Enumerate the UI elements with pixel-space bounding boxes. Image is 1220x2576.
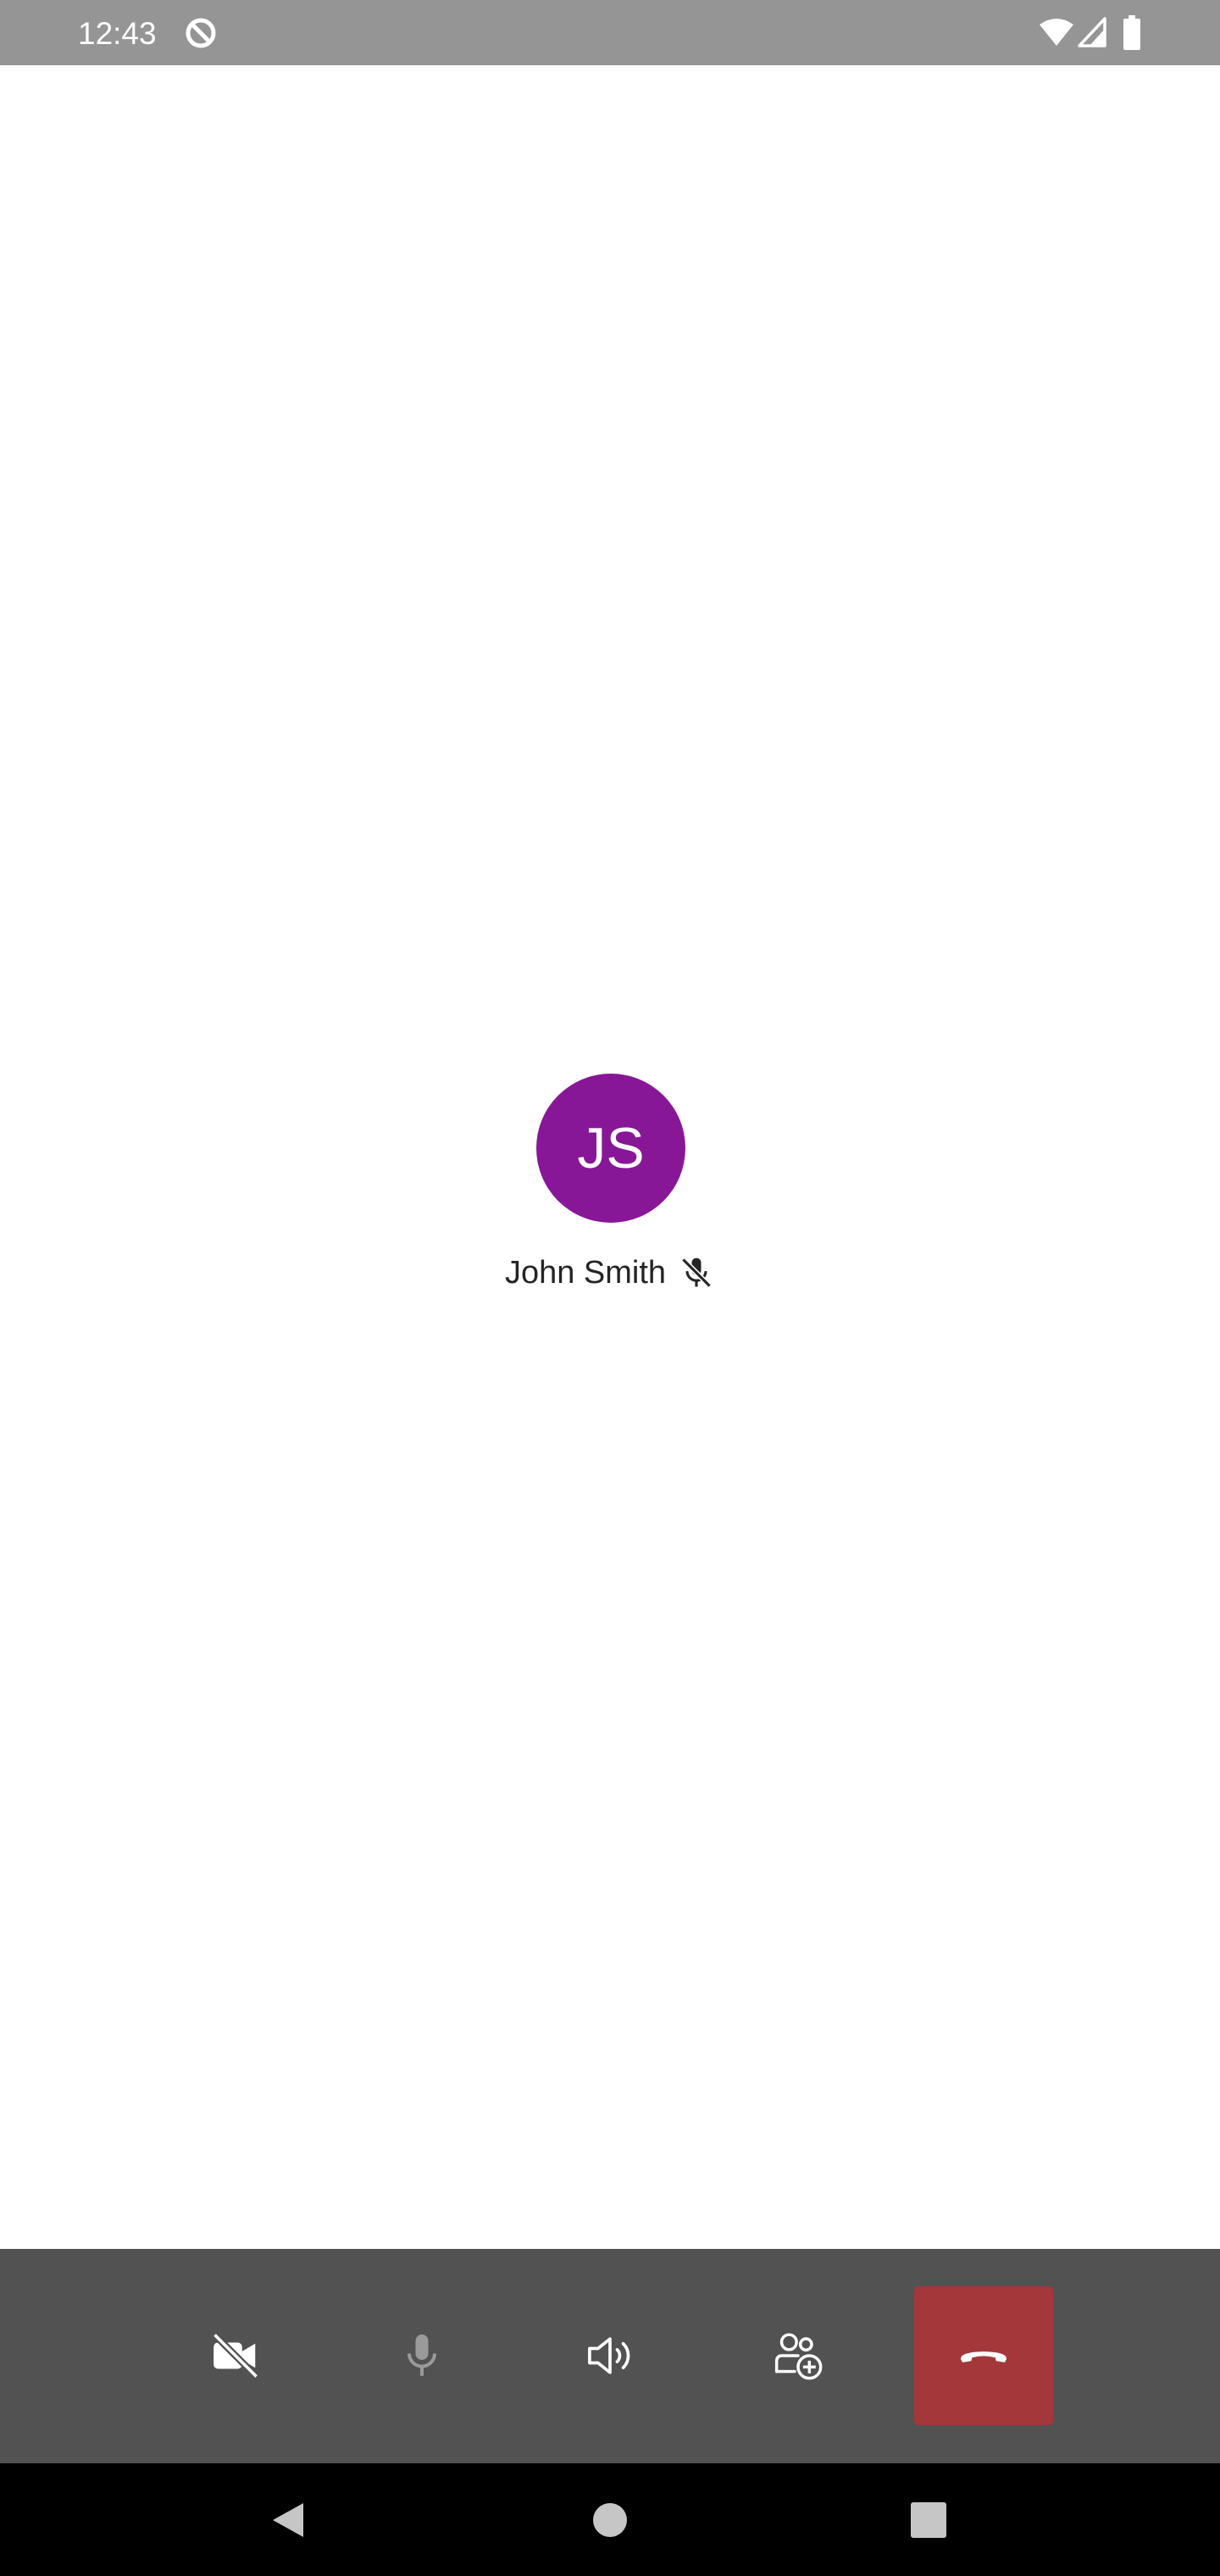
back-button[interactable] bbox=[220, 2463, 356, 2576]
camera-off-icon bbox=[212, 2332, 259, 2379]
speaker-button[interactable] bbox=[541, 2286, 679, 2425]
do-not-disturb-icon bbox=[186, 18, 216, 48]
battery-icon bbox=[1123, 15, 1140, 50]
back-icon bbox=[273, 2502, 303, 2537]
recents-button[interactable] bbox=[861, 2463, 996, 2576]
status-time: 12:43 bbox=[78, 16, 157, 51]
home-button[interactable] bbox=[542, 2463, 678, 2576]
navigation-bar bbox=[0, 2463, 1220, 2576]
microphone-button[interactable] bbox=[352, 2286, 491, 2425]
hang-up-icon bbox=[961, 2351, 1006, 2362]
participant-label: John Smith bbox=[0, 1246, 1220, 1300]
hang-up-button[interactable] bbox=[914, 2286, 1053, 2425]
wifi-icon bbox=[1040, 19, 1073, 46]
home-icon bbox=[593, 2502, 627, 2537]
add-people-icon bbox=[774, 2333, 823, 2380]
avatar: JS bbox=[536, 1074, 685, 1223]
speaker-icon bbox=[588, 2337, 630, 2374]
recents-icon bbox=[911, 2501, 946, 2538]
muted-microphone-icon bbox=[681, 1257, 712, 1288]
microphone-icon bbox=[408, 2334, 436, 2376]
camera-toggle-button[interactable] bbox=[166, 2286, 305, 2425]
signal-icon bbox=[1078, 17, 1106, 47]
status-bar: 12:43 bbox=[0, 0, 1220, 65]
add-people-button[interactable] bbox=[729, 2286, 868, 2425]
participant-name: John Smith bbox=[504, 1254, 667, 1291]
call-controls bbox=[0, 2249, 1220, 2463]
